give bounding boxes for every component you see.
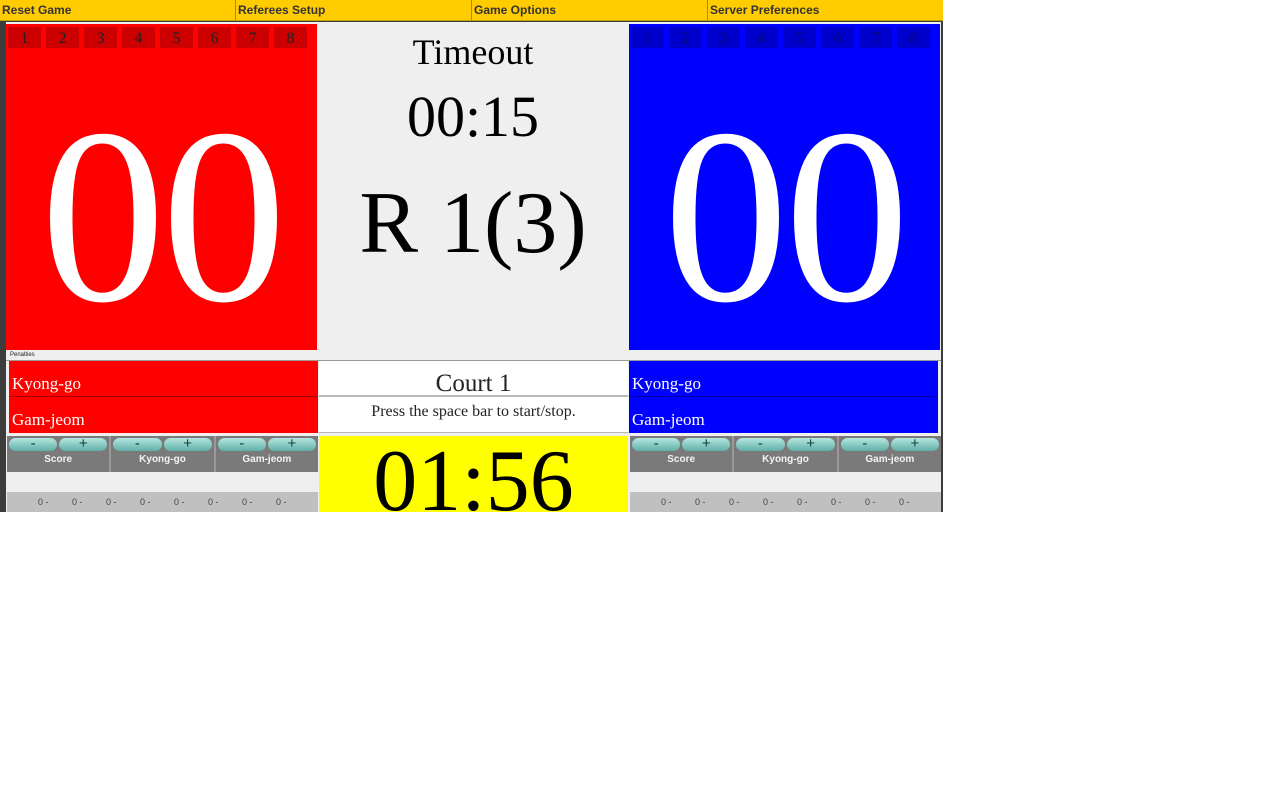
red-kyong-go-control-label: Kyong-go <box>139 454 186 465</box>
scoreboard-app: Reset Game Referees Setup Game Options S… <box>0 0 943 512</box>
scoreboard-main: 1 2 3 4 5 6 7 8 00 Timeout 00:15 R 1(3) … <box>6 22 941 512</box>
red-score-control: - + Score <box>7 436 112 472</box>
red-gam-jeom-minus-button[interactable]: - <box>217 436 266 451</box>
red-score-minus-button[interactable]: - <box>9 436 58 451</box>
blue-score: 00 <box>663 78 910 355</box>
red-gam-jeom-control: - + Gam-jeom <box>216 436 318 472</box>
blue-gam-jeom-control-label: Gam-jeom <box>865 454 915 465</box>
red-gam-jeom-control-label: Gam-jeom <box>242 454 292 465</box>
blue-tally-1: 0 - <box>661 497 672 507</box>
blue-judge-2[interactable]: 2 <box>669 27 702 48</box>
blue-judge-6[interactable]: 6 <box>821 27 854 48</box>
red-score-control-label: Score <box>44 454 73 465</box>
menu-bar: Reset Game Referees Setup Game Options S… <box>0 0 943 21</box>
blue-score-control-label: Score <box>667 454 696 465</box>
menu-game-options[interactable]: Game Options <box>472 0 708 20</box>
red-tally-1: 0 - <box>38 497 49 507</box>
red-penalties: Kyong-go Gam-jeom <box>9 361 318 433</box>
timeout-label: Timeout <box>412 32 534 72</box>
blue-tally-6: 0 - <box>831 497 842 507</box>
blue-tally-8: 0 - <box>899 497 910 507</box>
blue-gam-jeom-plus-button[interactable]: + <box>890 436 939 451</box>
blue-blank-row <box>630 472 941 492</box>
blue-tally-5: 0 - <box>797 497 808 507</box>
red-judge-tally: 0 - 0 - 0 - 0 - 0 - 0 - 0 - 0 - <box>7 492 318 512</box>
red-tally-6: 0 - <box>208 497 219 507</box>
red-judge-2[interactable]: 2 <box>46 27 79 48</box>
blue-score-panel: 1 2 3 4 5 6 7 8 00 <box>629 24 940 355</box>
blue-judge-1[interactable]: 1 <box>631 27 664 48</box>
blue-kyong-go-control: - + Kyong-go <box>734 436 839 472</box>
blue-judge-3[interactable]: 3 <box>707 27 740 48</box>
court-info: Court 1 Press the space bar to start/sto… <box>319 361 628 433</box>
penalties-caption: Penalties <box>10 352 35 358</box>
menu-referees-setup[interactable]: Referees Setup <box>236 0 472 20</box>
blue-tally-7: 0 - <box>865 497 876 507</box>
timeout-timer: 00:15 <box>406 84 540 149</box>
red-tally-4: 0 - <box>140 497 151 507</box>
blue-score-control: - + Score <box>630 436 735 472</box>
red-controls: - + Score - + Kyong-go - + Gam-jeom <box>7 436 318 472</box>
red-gam-jeom-plus-button[interactable]: + <box>267 436 316 451</box>
blue-judge-5[interactable]: 5 <box>783 27 816 48</box>
center-info: Timeout 00:15 R 1(3) <box>317 24 629 350</box>
red-tally-3: 0 - <box>106 497 117 507</box>
red-judge-6[interactable]: 6 <box>198 27 231 48</box>
blue-judge-tally: 0 - 0 - 0 - 0 - 0 - 0 - 0 - 0 - <box>630 492 941 512</box>
blue-gam-jeom: Gam-jeom <box>632 410 705 429</box>
red-judge-4[interactable]: 4 <box>122 27 155 48</box>
blue-judge-7[interactable]: 7 <box>859 27 892 48</box>
blue-judge-8[interactable]: 8 <box>897 27 930 48</box>
round-indicator: R 1(3) <box>359 175 587 272</box>
red-gam-jeom: Gam-jeom <box>12 410 85 429</box>
blue-kyong-go-plus-button[interactable]: + <box>786 436 835 451</box>
red-judge-5[interactable]: 5 <box>160 27 193 48</box>
red-kyong-go-minus-button[interactable]: - <box>113 436 162 451</box>
blue-tally-4: 0 - <box>763 497 774 507</box>
red-tally-8: 0 - <box>276 497 287 507</box>
blue-kyong-go-minus-button[interactable]: - <box>736 436 785 451</box>
red-kyong-go-control: - + Kyong-go <box>111 436 216 472</box>
red-score-panel: 1 2 3 4 5 6 7 8 00 <box>6 24 317 355</box>
blue-penalties: Kyong-go Gam-jeom <box>629 361 938 433</box>
blue-gam-jeom-minus-button[interactable]: - <box>840 436 889 451</box>
red-tally-5: 0 - <box>174 497 185 507</box>
blue-controls: - + Score - + Kyong-go - + Gam-jeom <box>630 436 941 472</box>
blue-judge-4[interactable]: 4 <box>745 27 778 48</box>
blue-gam-jeom-control: - + Gam-jeom <box>839 436 941 472</box>
blue-kyong-go-control-label: Kyong-go <box>762 454 809 465</box>
red-kyong-go-plus-button[interactable]: + <box>163 436 212 451</box>
red-judge-7[interactable]: 7 <box>236 27 269 48</box>
red-score: 00 <box>40 78 287 355</box>
blue-tally-2: 0 - <box>695 497 706 507</box>
red-score-plus-button[interactable]: + <box>59 436 108 451</box>
red-tally-7: 0 - <box>242 497 253 507</box>
red-judges: 1 2 3 4 5 6 7 8 <box>8 27 307 48</box>
red-blank-row <box>7 472 318 492</box>
menu-reset-game[interactable]: Reset Game <box>0 0 236 20</box>
match-clock[interactable]: 01:56 <box>319 436 628 512</box>
blue-judges: 1 2 3 4 5 6 7 8 <box>631 27 930 48</box>
red-judge-8[interactable]: 8 <box>274 27 307 48</box>
menu-server-preferences[interactable]: Server Preferences <box>708 0 941 20</box>
blue-score-plus-button[interactable]: + <box>682 436 731 451</box>
start-stop-hint: Press the space bar to start/stop. <box>319 397 628 433</box>
red-tally-2: 0 - <box>72 497 83 507</box>
red-judge-3[interactable]: 3 <box>84 27 117 48</box>
red-kyong-go: Kyong-go <box>9 361 318 397</box>
court-name: Court 1 <box>319 361 628 397</box>
red-judge-1[interactable]: 1 <box>8 27 41 48</box>
blue-tally-3: 0 - <box>729 497 740 507</box>
blue-kyong-go: Kyong-go <box>629 361 938 397</box>
blue-score-minus-button[interactable]: - <box>632 436 681 451</box>
